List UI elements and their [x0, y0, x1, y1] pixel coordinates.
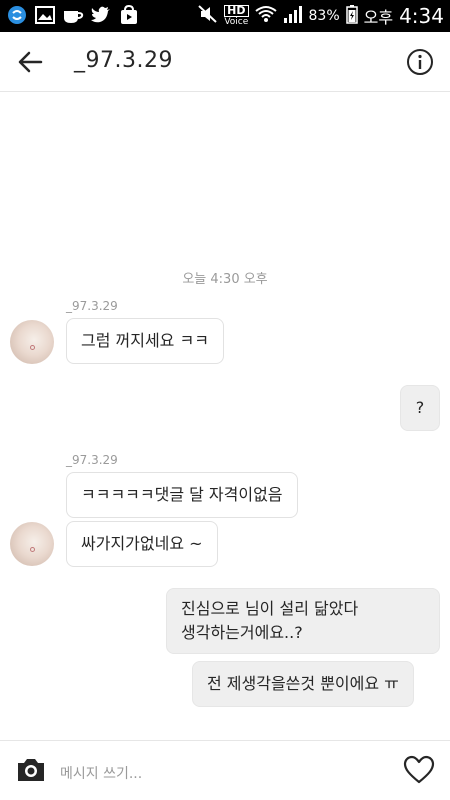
sync-app-icon — [6, 4, 28, 26]
cup-icon — [62, 4, 84, 26]
like-button[interactable] — [402, 754, 436, 786]
sender-name: _97.3.29 — [66, 299, 118, 313]
avatar[interactable] — [10, 320, 54, 364]
status-bar: HD Voice 83% 오후 4:34 — [0, 0, 450, 32]
message-input[interactable]: 메시지 쓰기... — [60, 763, 142, 783]
outgoing-message[interactable]: ? — [400, 385, 440, 431]
avatar[interactable] — [10, 522, 54, 566]
message-line: 생각하는거에요..? — [181, 623, 303, 642]
incoming-message[interactable]: 싸가지가없네요 ~ — [66, 521, 218, 567]
info-icon — [407, 49, 433, 75]
hd-label: HD — [224, 5, 249, 17]
message-line: 진심으로 님이 설리 닮았다 — [181, 599, 359, 618]
voice-label: Voice — [224, 17, 249, 27]
notification-icons — [6, 4, 140, 26]
sender-name: _97.3.29 — [66, 453, 118, 467]
incoming-message[interactable]: 그럼 꺼지세요 ㅋㅋ — [66, 318, 224, 364]
outgoing-message[interactable]: 전 제생각을쓴것 뿐이에요 ㅠ — [192, 661, 414, 707]
am-pm: 오후 — [363, 8, 394, 27]
wifi-icon — [254, 5, 277, 27]
gallery-icon — [34, 4, 56, 26]
heart-icon — [403, 755, 435, 784]
hd-voice-icon: HD Voice — [224, 5, 249, 27]
info-button[interactable] — [404, 46, 436, 78]
message-composer: 메시지 쓰기... — [0, 740, 450, 800]
chat-header: _97.3.29 — [0, 32, 450, 92]
back-button[interactable] — [12, 44, 48, 80]
mute-icon — [198, 5, 218, 27]
outgoing-message[interactable]: 진심으로 님이 설리 닮았다 생각하는거에요..? — [166, 588, 440, 654]
battery-percent: 83% — [308, 8, 340, 24]
twitter-icon — [90, 4, 112, 26]
clock: 4:34 — [399, 4, 444, 28]
incoming-message[interactable]: ㅋㅋㅋㅋㅋ댓글 달 자격이없음 — [66, 472, 298, 518]
shopping-bag-icon — [118, 4, 140, 26]
battery-charging-icon — [345, 4, 358, 28]
back-arrow-icon — [18, 51, 43, 73]
camera-button[interactable] — [14, 755, 48, 785]
system-indicators: HD Voice 83% 오후 4:34 — [198, 0, 444, 32]
date-divider: 오늘 4:30 오후 — [182, 272, 268, 287]
signal-icon — [283, 5, 303, 27]
conversation-title: _97.3.29 — [74, 48, 173, 73]
camera-icon — [18, 759, 44, 781]
